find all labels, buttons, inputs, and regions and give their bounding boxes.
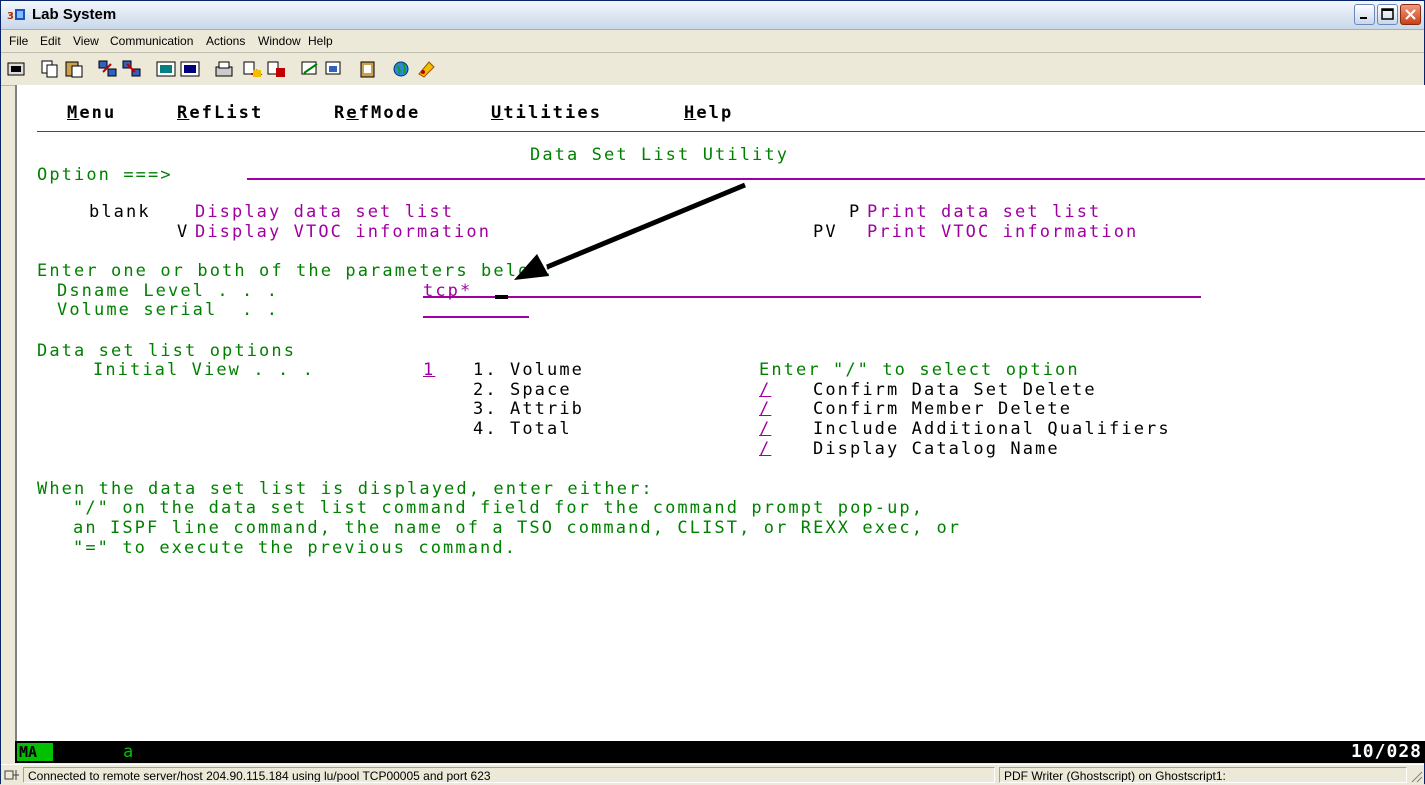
maximize-button[interactable] — [1377, 4, 1398, 25]
send-icon[interactable] — [97, 58, 119, 80]
transfer-receive-icon[interactable] — [265, 58, 287, 80]
maximize-icon — [1381, 8, 1394, 20]
menu-communication[interactable]: Communication — [110, 34, 193, 48]
resize-grip-icon[interactable] — [1409, 769, 1423, 783]
print-screen-icon[interactable] — [213, 58, 235, 80]
annotation-arrow-icon — [514, 182, 746, 280]
menu-edit[interactable]: Edit — [40, 34, 61, 48]
menu-help[interactable]: Help — [308, 34, 333, 48]
globe-icon[interactable] — [391, 58, 413, 80]
menu-window[interactable]: Window — [258, 34, 301, 48]
toolbar — [1, 53, 1424, 86]
title-bar[interactable]: 3 Lab System — [1, 1, 1424, 30]
close-button[interactable] — [1400, 4, 1421, 25]
svg-text:3: 3 — [7, 11, 14, 22]
emulator-window: 3 Lab System File Edit View Communicatio… — [0, 0, 1425, 785]
receive-icon[interactable] — [121, 58, 143, 80]
app-icon: 3 — [7, 9, 25, 22]
menu-actions[interactable]: Actions — [206, 34, 245, 48]
connection-status: Connected to remote server/host 204.90.1… — [23, 767, 995, 783]
oia-mode: MA — [17, 743, 53, 761]
operator-info-area: MA a 10/028 — [15, 741, 1425, 763]
oia-indicator: a — [123, 742, 134, 762]
terminal-screen[interactable]: Menu RefList RefMode Utilities Help Data… — [15, 85, 1425, 741]
printer-status: PDF Writer (Ghostscript) on Ghostscript1… — [999, 767, 1407, 783]
menu-bar: File Edit View Communication Actions Win… — [1, 30, 1424, 53]
keymap-icon[interactable] — [415, 58, 437, 80]
clipboard-icon[interactable] — [357, 58, 379, 80]
copy-icon[interactable] — [39, 58, 61, 80]
menu-view[interactable]: View — [73, 34, 99, 48]
paste-icon[interactable] — [63, 58, 85, 80]
macro-record-icon[interactable] — [179, 58, 201, 80]
window-title: Lab System — [32, 6, 117, 23]
display-icon[interactable] — [5, 58, 27, 80]
minimize-icon — [1360, 17, 1367, 19]
status-bar: Connected to remote server/host 204.90.1… — [1, 764, 1424, 785]
connection-icon — [4, 770, 19, 780]
minimize-button[interactable] — [1354, 4, 1375, 25]
disconnect-icon[interactable] — [323, 58, 345, 80]
macro-play-icon[interactable] — [155, 58, 177, 80]
close-icon — [1405, 9, 1416, 20]
cursor-position: 10/028 — [1350, 741, 1422, 762]
connect-icon[interactable] — [299, 58, 321, 80]
transfer-send-icon[interactable] — [241, 58, 263, 80]
menu-file[interactable]: File — [9, 34, 28, 48]
